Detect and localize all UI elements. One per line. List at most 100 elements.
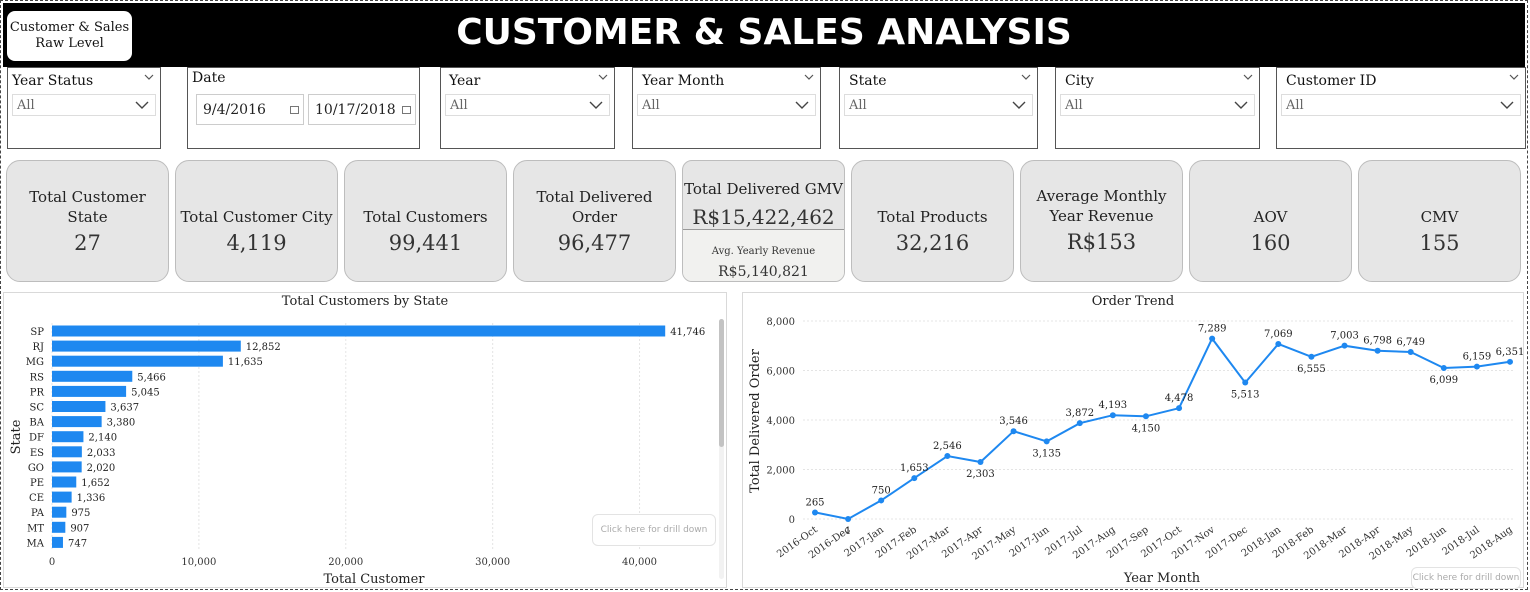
line-y-tick-label: 6,000 (766, 367, 795, 378)
bar-x-tick-label: 0 (49, 557, 55, 568)
chevron-down-icon[interactable] (1509, 72, 1519, 82)
state-bar-value-label: 41,746 (670, 327, 705, 338)
order-trend-point[interactable] (812, 509, 818, 516)
date-end-input[interactable]: 10/17/2018 (308, 94, 416, 125)
order-trend-point[interactable] (1341, 342, 1348, 349)
order-trend-point[interactable] (1440, 365, 1447, 372)
state-bar[interactable] (52, 506, 67, 518)
order-trend-point[interactable] (1076, 420, 1083, 427)
state-bar[interactable] (52, 370, 133, 382)
order-trend-point[interactable] (977, 459, 984, 466)
order-trend-point[interactable] (1242, 379, 1249, 386)
order-trend-point[interactable] (944, 452, 951, 459)
state-bar[interactable] (52, 536, 63, 548)
order-trend-data-label: 7,069 (1264, 329, 1293, 340)
bar-x-tick-label: 20,000 (328, 557, 363, 568)
slicer-state-value: All (849, 98, 867, 113)
order-trend-point[interactable] (1308, 353, 1315, 360)
order-trend-point[interactable] (1043, 438, 1050, 445)
order-trend-point[interactable] (1275, 341, 1282, 348)
state-bar[interactable] (52, 461, 82, 473)
state-bar-value-label: 2,140 (88, 433, 117, 444)
calendar-icon[interactable] (290, 106, 299, 114)
slicer-customer-id[interactable]: Customer ID All (1276, 67, 1526, 149)
state-bar-value-label: 1,336 (77, 493, 106, 504)
slicer-year-month[interactable]: Year Month All (632, 67, 821, 149)
kpi-customers-label: Total Customers (363, 208, 488, 226)
state-bar[interactable] (52, 355, 223, 367)
slicer-city[interactable]: City All (1055, 67, 1260, 149)
slicer-state[interactable]: State All (839, 67, 1038, 149)
order-trend-point[interactable] (1407, 348, 1414, 355)
state-bar[interactable] (52, 431, 84, 443)
order-trend-chart: 02,0004,0006,0008,0002652016-Oct 12016-De… (748, 317, 1523, 586)
order-trend-data-label: 5,513 (1231, 390, 1260, 401)
bar-chart-scrollbar-track[interactable] (719, 319, 724, 579)
state-bar[interactable] (52, 521, 66, 533)
state-bar[interactable] (52, 385, 127, 397)
order-trend-point[interactable] (1209, 335, 1216, 342)
bar-chart-scrollbar-thumb[interactable] (719, 319, 724, 447)
order-trend-point[interactable] (1176, 405, 1183, 412)
state-category-label: SP (30, 327, 44, 338)
state-bar-value-label: 2,020 (87, 463, 116, 474)
slicer-year-month-dropdown[interactable]: All (637, 94, 816, 116)
state-bar[interactable] (52, 325, 666, 337)
kpi-card-gmv: Total Delivered GMV R$15,422,462 Avg. Ye… (682, 160, 845, 282)
chevron-down-icon[interactable] (1243, 72, 1253, 82)
state-category-label: PR (30, 387, 45, 398)
slicer-year-status[interactable]: Year Status All (7, 67, 161, 149)
order-trend-panel: Order Trend 0 2,000 4,000 6,000 8,000 265 2016… (742, 292, 1524, 589)
order-trend-point[interactable] (1473, 363, 1480, 370)
chevron-down-icon[interactable] (144, 72, 154, 82)
state-bar-value-label: 11,635 (228, 357, 263, 368)
order-trend-point[interactable] (1010, 428, 1017, 435)
chevron-down-icon[interactable] (804, 72, 814, 82)
slicer-year-dropdown[interactable]: All (445, 94, 610, 116)
order-trend-point[interactable] (1109, 412, 1116, 419)
slicer-state-dropdown[interactable]: All (844, 94, 1033, 116)
kpi-card-customer-state: Total Customer State 27 (6, 160, 169, 282)
state-bar[interactable] (52, 401, 106, 412)
date-start-input[interactable]: 9/4/2016 (196, 94, 304, 125)
header-bar: Customer & Sales Raw Level CUSTOMER & SA… (3, 3, 1525, 67)
state-bar[interactable] (52, 491, 72, 503)
slicer-year[interactable]: Year All (440, 67, 615, 149)
kpi-cmv-value: 155 (1419, 231, 1460, 255)
slicer-city-label: City (1065, 73, 1094, 89)
kpi-cmv-label: CMV (1420, 208, 1459, 226)
bar-x-tick-label: 30,000 (475, 557, 510, 568)
order-trend-point[interactable] (1507, 358, 1513, 365)
state-category-label: MA (27, 538, 45, 549)
state-bar[interactable] (52, 446, 82, 458)
state-category-label: ES (30, 448, 44, 459)
state-bar[interactable] (52, 476, 77, 488)
order-trend-point[interactable] (1374, 347, 1381, 354)
order-trend-point[interactable] (911, 475, 918, 482)
state-bar[interactable] (52, 340, 241, 352)
state-bar[interactable] (52, 416, 102, 428)
slicer-customer-id-dropdown[interactable]: All (1281, 94, 1521, 116)
date-start-value: 9/4/2016 (203, 102, 266, 118)
order-trend-point[interactable] (845, 515, 852, 522)
chevron-down-icon[interactable] (598, 72, 608, 82)
slicer-city-dropdown[interactable]: All (1060, 94, 1255, 116)
bar-x-tick-label: 40,000 (622, 557, 657, 568)
calendar-icon[interactable] (402, 106, 411, 114)
chevron-down-icon (1234, 101, 1248, 109)
kpi-avg-yearly-revenue-label: Avg. Yearly Revenue (711, 246, 816, 257)
order-trend-point[interactable] (878, 497, 885, 504)
order-trend-data-label: 6,159 (1463, 352, 1492, 363)
order-trend-data-label: 4,193 (1099, 400, 1128, 411)
chevron-down-icon[interactable] (1021, 72, 1031, 82)
drill-down-button-line[interactable]: Click here for drill down (1411, 567, 1521, 589)
slicer-date[interactable]: Date 9/4/2016 10/17/2018 (187, 67, 420, 149)
slicer-year-status-value: All (17, 98, 35, 113)
order-trend-point[interactable] (1142, 413, 1149, 420)
state-bar-value-label: 1,652 (81, 478, 110, 489)
line-y-tick-label: 2,000 (766, 466, 795, 477)
chevron-down-icon (795, 101, 809, 109)
slicer-year-status-dropdown[interactable]: All (12, 94, 156, 116)
state-bar-value-label: 5,466 (137, 372, 166, 383)
drill-down-button-bar[interactable]: Click here for drill down (592, 514, 716, 546)
